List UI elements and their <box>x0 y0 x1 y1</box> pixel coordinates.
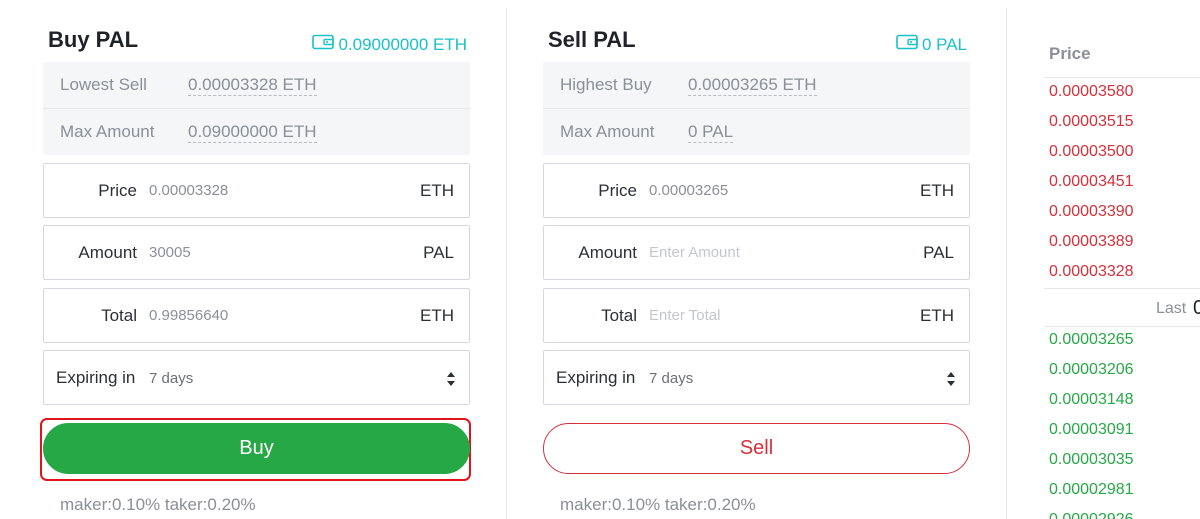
highest-buy-row: Highest Buy 0.00003265 ETH <box>543 62 970 109</box>
buy-balance-value: 0.09000000 ETH <box>338 34 467 54</box>
buy-price-unit: ETH <box>420 181 454 200</box>
buy-total-label: Total <box>101 306 137 325</box>
sell-expiring-label: Expiring in <box>556 368 636 387</box>
ask-row[interactable]: 0.00003580 <box>1049 83 1134 101</box>
buy-total-field[interactable]: Total ETH <box>43 288 470 343</box>
sell-title: Sell PAL <box>548 27 636 52</box>
sell-total-field[interactable]: Total ETH <box>543 288 970 343</box>
ask-row[interactable]: 0.00003500 <box>1049 143 1134 161</box>
sell-total-label: Total <box>601 306 637 325</box>
lowest-sell-value[interactable]: 0.00003328 ETH <box>188 75 317 96</box>
ask-row[interactable]: 0.00003328 <box>1049 263 1134 281</box>
buy-title: Buy PAL <box>48 27 139 52</box>
buy-amount-input[interactable] <box>149 239 399 265</box>
buy-amount-unit: PAL <box>423 243 454 262</box>
sort-arrows-icon <box>946 371 956 387</box>
sell-balance: 0 PAL <box>896 34 967 55</box>
sell-fees: maker:0.10% taker:0.20% <box>560 495 756 514</box>
buy-amount-label: Amount <box>78 243 137 262</box>
bid-row[interactable]: 0.00002926 <box>1049 511 1134 519</box>
bid-row[interactable]: 0.00003148 <box>1049 391 1134 409</box>
sell-price-field[interactable]: Price ETH <box>543 163 970 218</box>
sell-amount-label: Amount <box>578 243 637 262</box>
buy-balance: 0.09000000 ETH <box>312 34 467 55</box>
ask-row[interactable]: 0.00003390 <box>1049 203 1134 221</box>
sell-price-input[interactable] <box>649 177 899 203</box>
order-book: Price 0.00003580 0.00003515 0.00003500 0… <box>1044 0 1200 519</box>
buy-button[interactable]: Buy <box>43 423 470 474</box>
trade-page: Buy PAL 0.09000000 ETH Lowest Sell 0.000… <box>0 0 1200 519</box>
sell-button[interactable]: Sell <box>543 423 970 474</box>
bid-row[interactable]: 0.00002981 <box>1049 481 1134 499</box>
sell-total-input[interactable] <box>649 302 899 328</box>
sell-amount-input[interactable] <box>649 239 899 265</box>
buy-expiring-label: Expiring in <box>56 368 136 387</box>
buy-price-label: Price <box>98 181 137 200</box>
bid-row[interactable]: 0.00003091 <box>1049 421 1134 439</box>
sell-expiring-select[interactable]: Expiring in 7 days <box>543 350 970 405</box>
buy-amount-field[interactable]: Amount PAL <box>43 225 470 280</box>
sell-max-amount-value[interactable]: 0 PAL <box>688 122 734 143</box>
sort-arrows-icon <box>446 371 456 387</box>
buy-info-box: Lowest Sell 0.00003328 ETH Max Amount 0.… <box>43 62 470 155</box>
last-price-label: Last <box>1156 300 1187 317</box>
sell-info-box: Highest Buy 0.00003265 ETH Max Amount 0 … <box>543 62 970 155</box>
buy-max-amount-value[interactable]: 0.09000000 ETH <box>188 122 317 143</box>
ask-row[interactable]: 0.00003515 <box>1049 113 1134 131</box>
ask-row[interactable]: 0.00003389 <box>1049 233 1134 251</box>
buy-expiring-value: 7 days <box>149 370 194 387</box>
orderbook-price-header: Price <box>1049 44 1091 63</box>
buy-price-field[interactable]: Price ETH <box>43 163 470 218</box>
bid-row[interactable]: 0.00003035 <box>1049 451 1134 469</box>
sell-price-unit: ETH <box>920 181 954 200</box>
sell-max-amount-label: Max Amount <box>560 122 655 141</box>
buy-max-amount-row: Max Amount 0.09000000 ETH <box>43 109 470 155</box>
last-price-value: 0 <box>1193 297 1200 319</box>
last-price-row: Last 0 <box>1044 288 1200 327</box>
orderbook-header-divider <box>1044 77 1200 78</box>
wallet-icon <box>896 34 922 55</box>
bid-row[interactable]: 0.00003265 <box>1049 331 1134 349</box>
buy-max-amount-label: Max Amount <box>60 122 155 141</box>
buy-total-input[interactable] <box>149 302 399 328</box>
sell-expiring-value: 7 days <box>649 370 694 387</box>
sell-price-label: Price <box>598 181 637 200</box>
sell-balance-value: 0 PAL <box>921 34 967 54</box>
lowest-sell-row: Lowest Sell 0.00003328 ETH <box>43 62 470 109</box>
panel-divider <box>506 8 507 519</box>
highest-buy-label: Highest Buy <box>560 75 652 94</box>
lowest-sell-label: Lowest Sell <box>60 75 147 94</box>
sell-amount-unit: PAL <box>923 243 954 262</box>
buy-price-input[interactable] <box>149 177 399 203</box>
highest-buy-value[interactable]: 0.00003265 ETH <box>688 75 817 96</box>
wallet-icon <box>312 34 338 55</box>
sell-total-unit: ETH <box>920 306 954 325</box>
ask-row[interactable]: 0.00003451 <box>1049 173 1134 191</box>
sell-amount-field[interactable]: Amount PAL <box>543 225 970 280</box>
bid-row[interactable]: 0.00003206 <box>1049 361 1134 379</box>
orderbook-divider <box>1006 8 1007 519</box>
sell-max-amount-row: Max Amount 0 PAL <box>543 109 970 155</box>
buy-total-unit: ETH <box>420 306 454 325</box>
buy-fees: maker:0.10% taker:0.20% <box>60 495 256 514</box>
buy-expiring-select[interactable]: Expiring in 7 days <box>43 350 470 405</box>
